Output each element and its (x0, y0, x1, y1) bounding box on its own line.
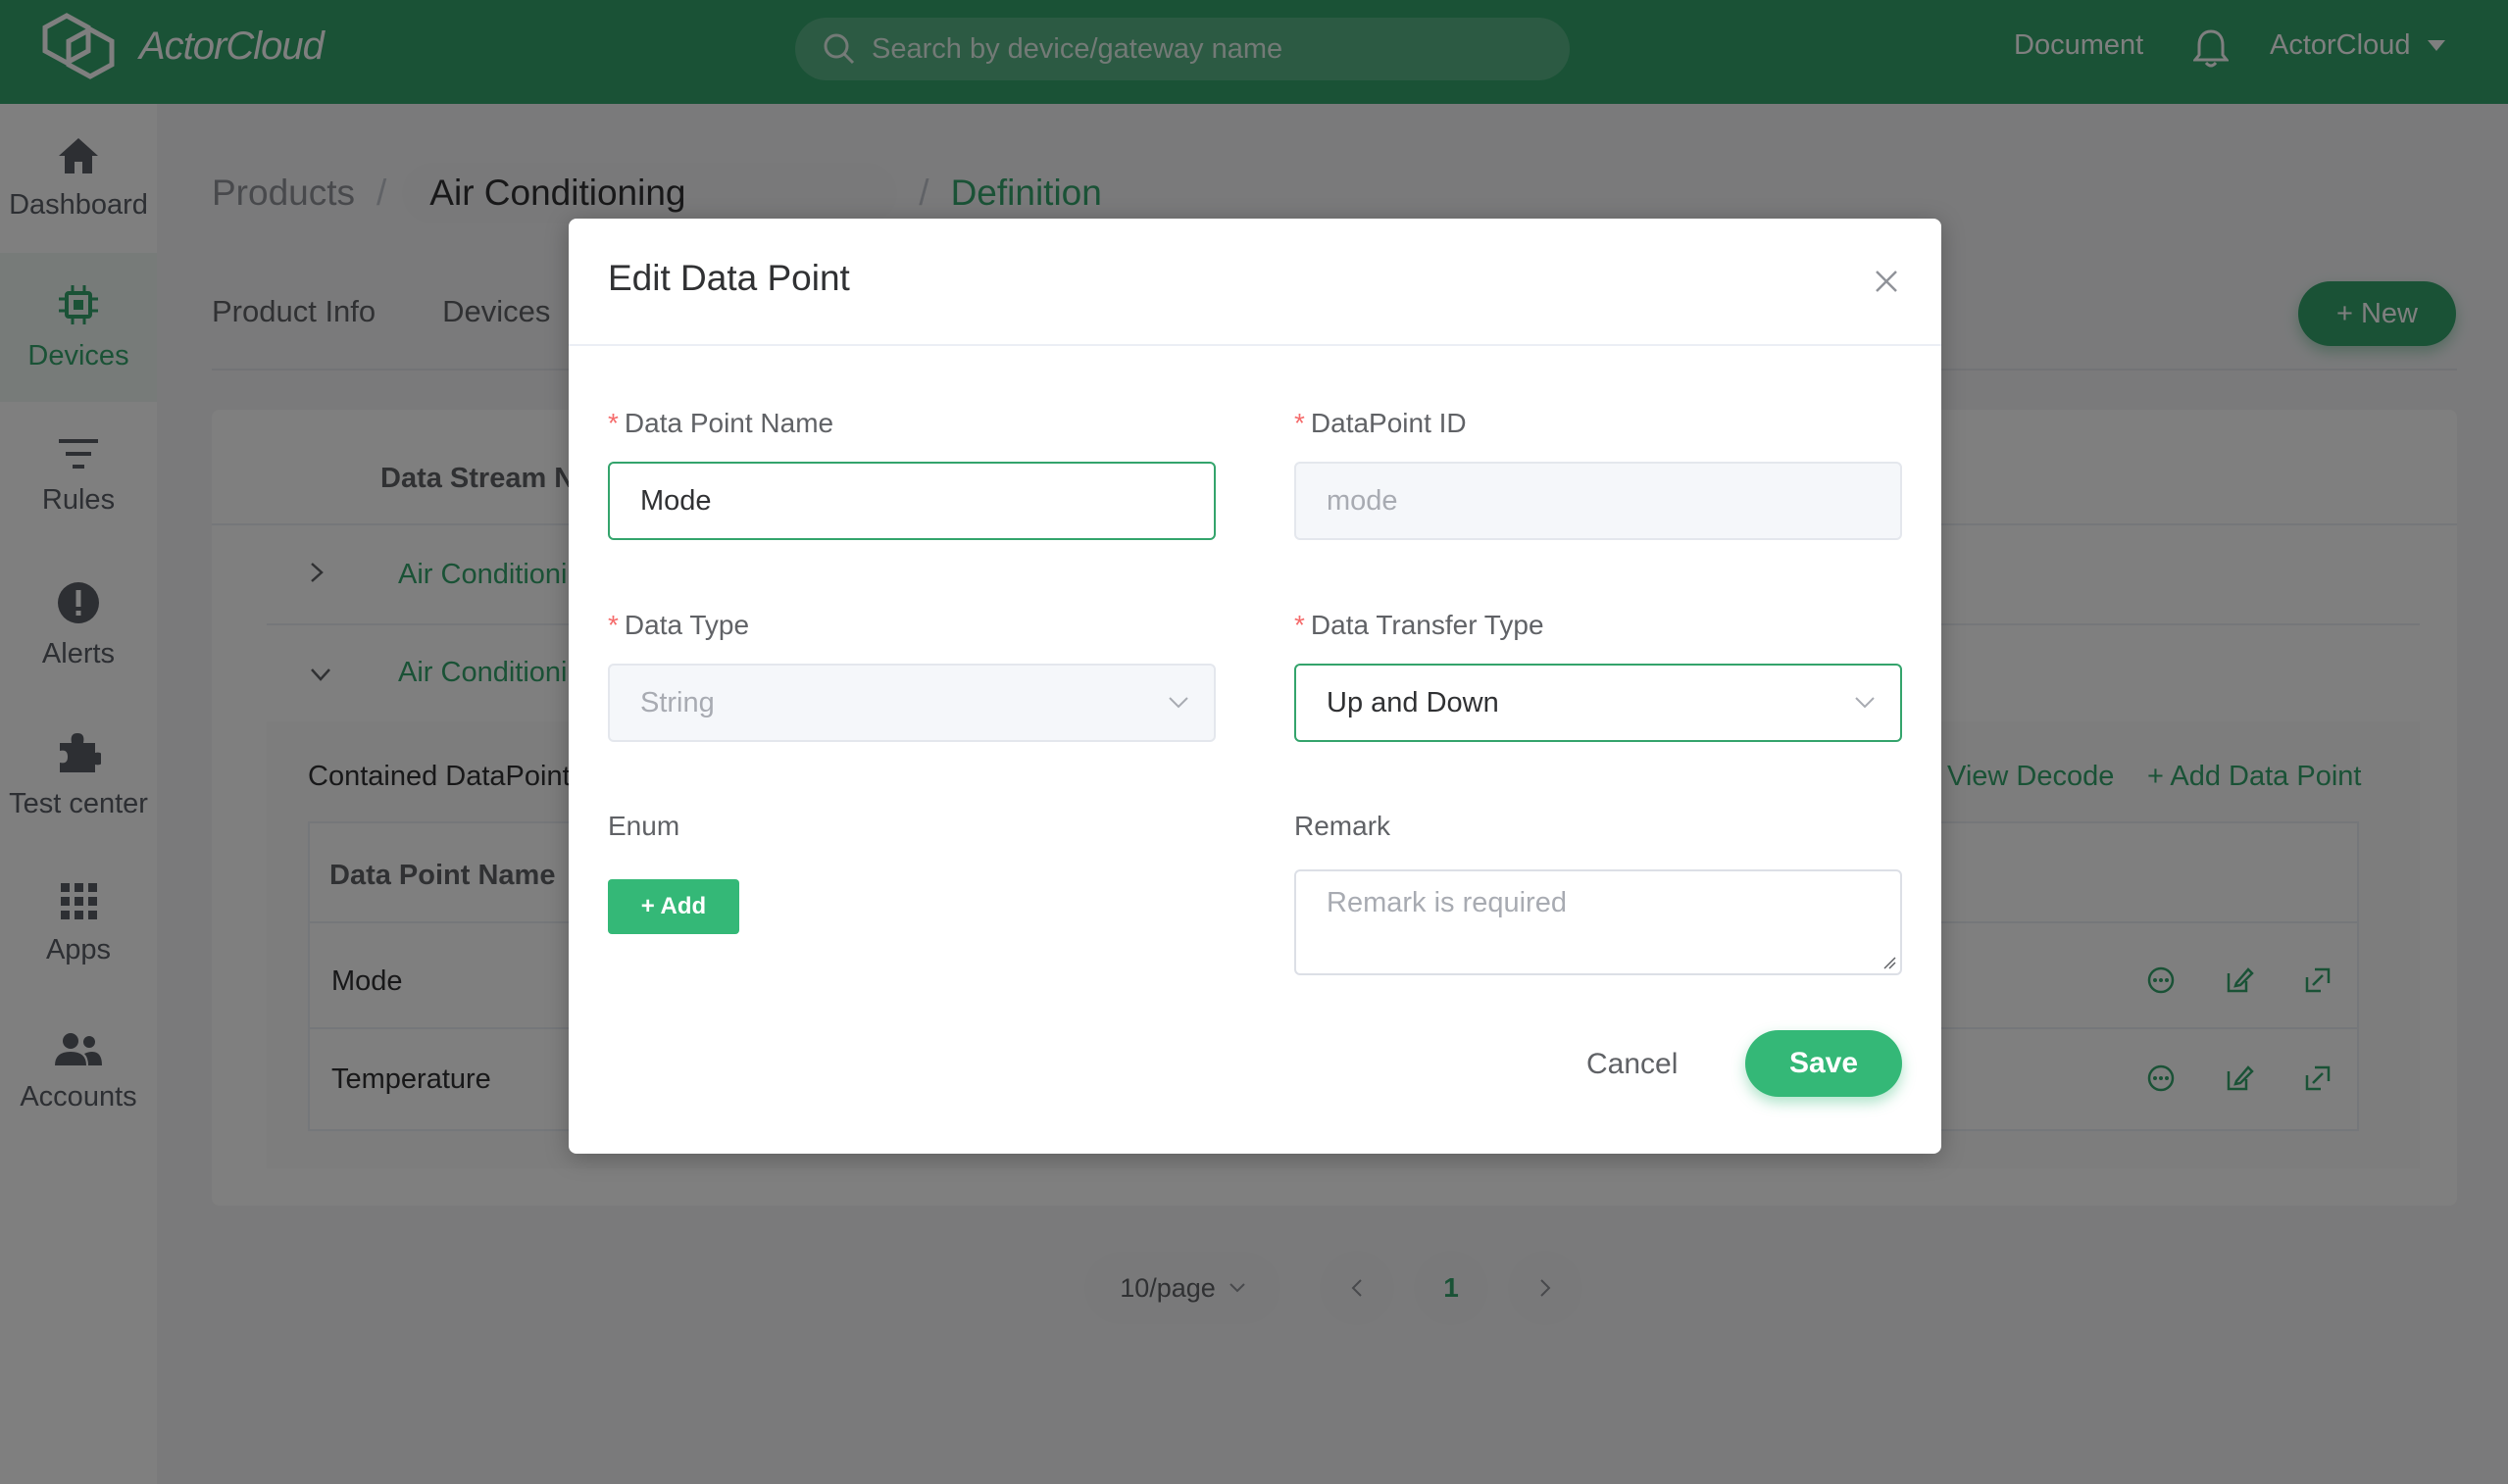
enum-label: Enum (608, 811, 680, 841)
data-transfer-type-value: Up and Down (1327, 686, 1499, 718)
data-transfer-type-label: * Data Transfer Type (1294, 610, 1544, 640)
save-button[interactable]: Save (1745, 1030, 1902, 1097)
data-type-value: String (640, 686, 715, 718)
dialog-divider (569, 344, 1941, 346)
remark-textarea[interactable]: Remark is required (1294, 869, 1902, 975)
data-point-name-value: Mode (640, 484, 712, 517)
data-type-label: * Data Type (608, 610, 750, 640)
enum-add-button[interactable]: + Add (608, 879, 739, 934)
data-point-name-input[interactable]: Mode (608, 462, 1216, 540)
edit-data-point-dialog: Edit Data Point * Data Point Name Mode * D… (569, 219, 1941, 1154)
datapoint-id-input: mode (1294, 462, 1902, 540)
dialog-title: Edit Data Point (608, 258, 850, 298)
data-point-name-label: * Data Point Name (608, 408, 834, 438)
cancel-button[interactable]: Cancel (1586, 1048, 1678, 1081)
data-transfer-type-select[interactable]: Up and Down (1294, 664, 1902, 742)
chevron-down-icon (1169, 697, 1188, 709)
resize-handle-icon[interactable] (1882, 956, 1896, 969)
close-icon[interactable] (1869, 264, 1904, 299)
remark-placeholder: Remark is required (1327, 887, 1567, 918)
remark-label: Remark (1294, 811, 1391, 841)
chevron-down-icon (1855, 697, 1875, 709)
datapoint-id-label: * DataPoint ID (1294, 408, 1467, 438)
datapoint-id-value: mode (1327, 484, 1398, 517)
data-type-select: String (608, 664, 1216, 742)
